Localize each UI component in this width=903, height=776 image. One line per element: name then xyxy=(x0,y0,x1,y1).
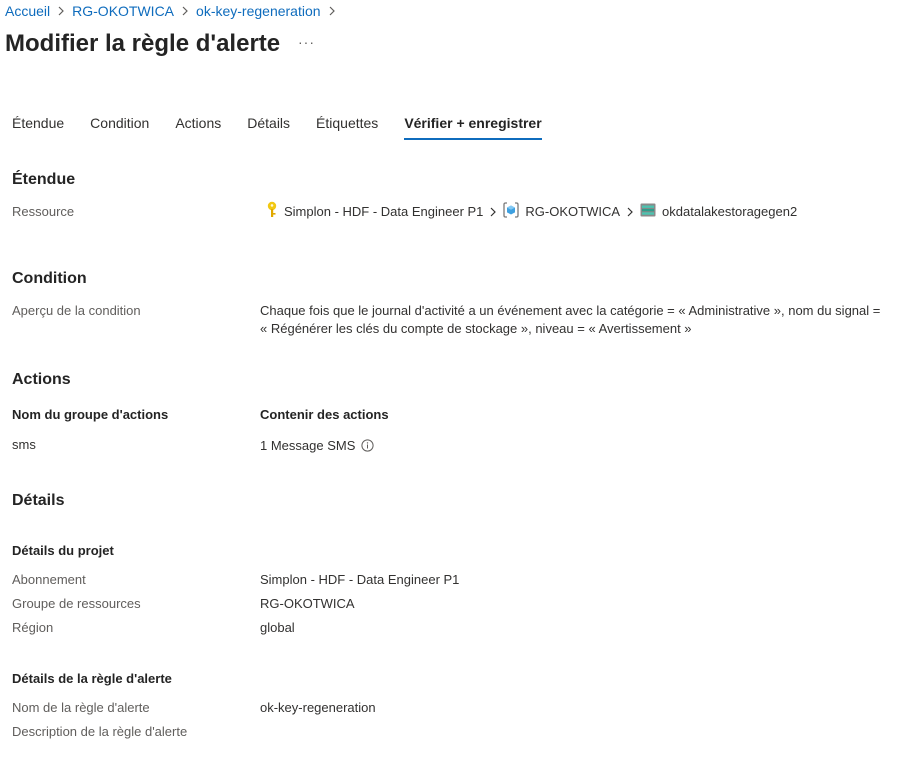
region-label: Région xyxy=(12,620,54,635)
resource-group-icon xyxy=(503,202,520,221)
condition-preview-line-1: Chaque fois que le journal d'activité a … xyxy=(260,303,881,318)
key-icon xyxy=(266,201,278,222)
tab-bar: Étendue Condition Actions Détails Étique… xyxy=(12,114,543,140)
subscription-label: Abonnement xyxy=(12,572,86,587)
condition-preview-line-2: « Régénérer les clés du compte de stocka… xyxy=(260,321,692,336)
condition-section-title: Condition xyxy=(12,270,87,287)
project-details-heading: Détails du projet xyxy=(12,543,114,558)
alert-rule-details-heading: Détails de la règle d'alerte xyxy=(12,671,172,686)
chevron-right-icon xyxy=(328,6,336,16)
chevron-right-icon xyxy=(489,206,497,218)
resource-group-label: Groupe de ressources xyxy=(12,596,141,611)
resource-path-subscription-text: Simplon - HDF - Data Engineer P1 xyxy=(284,204,484,219)
storage-account-icon xyxy=(640,203,656,220)
breadcrumb-home-link[interactable]: Accueil xyxy=(5,3,50,19)
tab-tags[interactable]: Étiquettes xyxy=(316,114,378,138)
resource-path-storage-account-text: okdatalakestoragegen2 xyxy=(662,204,798,219)
alert-rule-name-label: Nom de la règle d'alerte xyxy=(12,700,150,715)
resource-path-subscription[interactable]: Simplon - HDF - Data Engineer P1 xyxy=(266,201,483,222)
resource-path-storage-account[interactable]: okdatalakestoragegen2 xyxy=(640,203,797,220)
more-options-button[interactable]: ··· xyxy=(298,34,315,50)
alert-rule-description-label: Description de la règle d'alerte xyxy=(12,724,188,739)
chevron-right-icon xyxy=(181,6,189,16)
action-group-name: sms xyxy=(12,437,36,452)
resource-label: Ressource xyxy=(12,204,75,219)
action-contains-value: 1 Message SMS xyxy=(260,438,374,455)
info-icon[interactable] xyxy=(361,438,374,455)
resource-group-value: RG-OKOTWICA xyxy=(260,596,355,611)
chevron-right-icon xyxy=(626,206,634,218)
condition-preview-label: Aperçu de la condition xyxy=(12,303,141,318)
details-section-title: Détails xyxy=(12,492,65,509)
tab-actions[interactable]: Actions xyxy=(175,114,221,138)
page-title: Modifier la règle d'alerte xyxy=(5,30,281,57)
tab-details[interactable]: Détails xyxy=(247,114,290,138)
tab-scope[interactable]: Étendue xyxy=(12,114,64,138)
resource-path: Simplon - HDF - Data Engineer P1 RG-OKOT… xyxy=(266,201,797,222)
actions-section-title: Actions xyxy=(12,371,71,388)
chevron-right-icon xyxy=(57,6,65,16)
action-contains-text: 1 Message SMS xyxy=(260,438,356,453)
region-value: global xyxy=(260,620,295,635)
alert-rule-name-value: ok-key-regeneration xyxy=(260,700,376,715)
actions-col-group-header: Nom du groupe d'actions xyxy=(12,407,169,422)
resource-path-resource-group-text: RG-OKOTWICA xyxy=(525,204,621,219)
subscription-value: Simplon - HDF - Data Engineer P1 xyxy=(260,572,460,587)
breadcrumb-alert-rule-link[interactable]: ok-key-regeneration xyxy=(196,3,321,19)
resource-path-resource-group[interactable]: RG-OKOTWICA xyxy=(503,202,620,221)
tab-review-save[interactable]: Vérifier + enregistrer xyxy=(404,114,543,140)
actions-col-contains-header: Contenir des actions xyxy=(260,407,389,422)
tab-condition[interactable]: Condition xyxy=(90,114,149,138)
breadcrumb-resource-group-link[interactable]: RG-OKOTWICA xyxy=(72,3,174,19)
breadcrumb: Accueil RG-OKOTWICA ok-key-regeneration xyxy=(5,2,343,20)
scope-section-title: Étendue xyxy=(12,171,76,188)
